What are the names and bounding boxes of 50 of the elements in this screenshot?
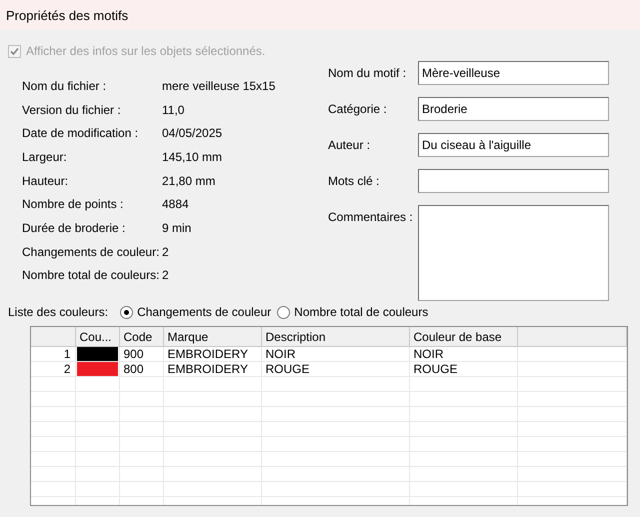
field-label: Auteur :: [328, 137, 372, 152]
info-label: Nombre total de couleurs:: [22, 268, 160, 282]
field-label: Nom du motif :: [328, 65, 408, 80]
info-value: 4884: [162, 197, 189, 212]
info-value: 2: [162, 244, 169, 259]
column-header[interactable]: Marque: [163, 327, 261, 346]
table-cell: 900: [119, 346, 163, 362]
column-header[interactable]: Cou...: [75, 327, 119, 346]
table-cell: NOIR: [409, 346, 517, 362]
table-cell: 800: [119, 362, 163, 376]
text-field[interactable]: Mère-veilleuse: [418, 61, 609, 85]
table-cell: ROUGE: [409, 362, 517, 376]
text-field[interactable]: Du ciseau à l'aiguille: [418, 133, 609, 157]
info-value: 04/05/2025: [162, 126, 222, 140]
radio-button[interactable]: [277, 306, 290, 318]
comments-field[interactable]: [418, 205, 609, 301]
info-value: mere veilleuse 15x15: [162, 78, 276, 93]
window-title: Propriétés des motifs: [6, 8, 128, 22]
radio-label: Nombre total de couleurs: [294, 305, 428, 319]
color-list-label: Liste des couleurs:: [8, 305, 108, 319]
checkbox-label: Afficher des infos sur les objets sélectionnés.: [26, 44, 266, 58]
table-cell: EMBROIDERY: [163, 346, 261, 362]
radio-button[interactable]: [120, 306, 134, 318]
field-label: Commentaires :: [328, 209, 414, 224]
info-value: 9 min: [162, 220, 192, 235]
info-label: Nom du fichier :: [22, 78, 108, 93]
info-label: Durée de broderie :: [22, 220, 126, 235]
info-label: Hauteur:: [22, 174, 70, 188]
column-header[interactable]: Code: [119, 327, 163, 346]
info-value: 21,80 mm: [162, 174, 216, 188]
info-value: 11,0: [162, 102, 184, 117]
table-cell: EMBROIDERY: [163, 362, 261, 376]
field-label: Catégorie :: [328, 101, 388, 116]
table-cell: ROUGE: [261, 362, 409, 376]
table-cell: NOIR: [261, 346, 409, 362]
row-number: 1: [31, 346, 75, 362]
info-label: Largeur:: [22, 150, 68, 164]
info-value: 145,10 mm: [162, 150, 222, 164]
radio-label: Changements de couleur: [137, 305, 272, 319]
info-label: Version du fichier :: [22, 102, 122, 117]
info-label: Date de modification :: [22, 126, 140, 140]
info-label: Changements de couleur:: [22, 244, 160, 259]
column-header[interactable]: Couleur de base: [409, 327, 517, 346]
text-field[interactable]: [418, 169, 609, 193]
column-header[interactable]: Description: [261, 327, 409, 346]
info-value: 2: [162, 268, 169, 282]
info-label: Nombre de points :: [22, 197, 124, 212]
field-label: Mots clé :: [328, 173, 380, 188]
text-field[interactable]: Broderie: [418, 97, 609, 121]
row-number: 2: [31, 362, 75, 376]
